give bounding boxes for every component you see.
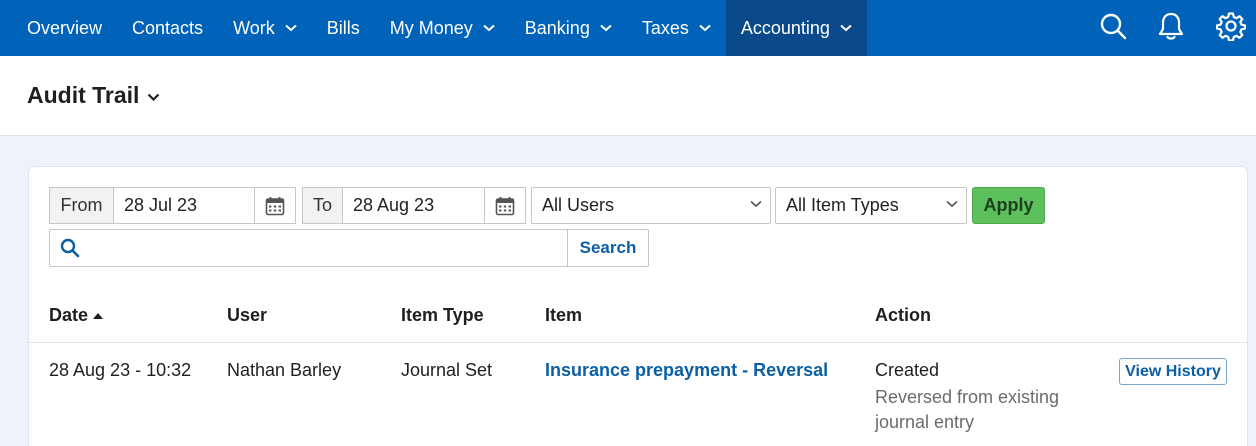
chevron-down-icon (285, 24, 297, 32)
nav-item-contacts[interactable]: Contacts (117, 0, 218, 56)
to-calendar-button[interactable] (484, 187, 526, 224)
nav-menu: Overview Contacts Work Bills My Money Ba… (0, 0, 867, 56)
row-item-type: Journal Set (401, 360, 493, 380)
nav-item-taxes[interactable]: Taxes (627, 0, 726, 56)
search-button[interactable]: Search (567, 229, 649, 267)
nav-item-label: Work (233, 17, 275, 38)
users-select[interactable]: All Users (531, 187, 771, 224)
chevron-down-icon (946, 200, 958, 208)
nav-item-label: My Money (389, 17, 473, 38)
item-types-select-value: All Item Types (786, 195, 899, 215)
column-header-date[interactable]: Date (49, 305, 104, 326)
item-types-select[interactable]: All Item Types (775, 187, 967, 224)
chevron-down-icon (750, 200, 762, 208)
audit-trail-card: From 28 Jul 23 To 28 Aug 23 All Users Al… (28, 166, 1248, 446)
view-history-label: View History (1125, 362, 1221, 380)
from-calendar-button[interactable] (254, 187, 296, 224)
gear-icon[interactable] (1216, 11, 1246, 41)
to-label: To (302, 187, 343, 224)
from-date-value: 28 Jul 23 (124, 195, 198, 215)
sort-ascending-icon (92, 312, 104, 320)
calendar-icon (265, 196, 285, 215)
nav-item-label: Accounting (740, 17, 830, 38)
nav-item-overview[interactable]: Overview (12, 0, 117, 56)
row-action-detail: Reversed from existing journal entry (875, 387, 1060, 432)
apply-button-label: Apply (983, 195, 1034, 215)
column-header-item-type: Item Type (401, 305, 484, 325)
column-header-user: User (227, 305, 268, 325)
page-header: Audit Trail (0, 56, 1256, 136)
bell-icon[interactable] (1156, 11, 1186, 41)
calendar-icon (495, 196, 515, 215)
chevron-down-icon (600, 24, 612, 32)
row-item-link[interactable]: Insurance prepayment - Reversal (545, 360, 828, 381)
from-date-input[interactable]: 28 Jul 23 (113, 187, 255, 224)
users-select-value: All Users (542, 195, 615, 215)
apply-button[interactable]: Apply (972, 187, 1045, 224)
page-title: Audit Trail (27, 82, 140, 108)
search-input[interactable] (49, 229, 568, 267)
chevron-down-icon (699, 24, 711, 32)
column-header-item: Item (545, 305, 583, 325)
row-user: Nathan Barley (227, 360, 342, 380)
column-header-action: Action (875, 305, 931, 325)
view-history-button[interactable]: View History (1119, 358, 1227, 385)
column-header-date-label: Date (49, 305, 89, 325)
chevron-down-icon (483, 24, 495, 32)
nav-item-label: Overview (27, 17, 103, 38)
nav-item-label: Taxes (641, 17, 689, 38)
search-icon[interactable] (1098, 11, 1128, 41)
nav-item-work[interactable]: Work (218, 0, 312, 56)
nav-item-my-money[interactable]: My Money (375, 0, 510, 56)
row-date: 28 Aug 23 - 10:32 (49, 360, 192, 380)
nav-item-label: Banking (524, 17, 590, 38)
to-date-value: 28 Aug 23 (353, 195, 435, 215)
nav-item-label: Contacts (132, 17, 204, 38)
nav-item-accounting[interactable]: Accounting (725, 0, 867, 56)
from-label-text: From (60, 195, 103, 215)
nav-item-banking[interactable]: Banking (510, 0, 627, 56)
search-button-label: Search (579, 238, 637, 257)
row-action: Created (875, 360, 940, 380)
top-nav: Overview Contacts Work Bills My Money Ba… (0, 0, 1256, 56)
chevron-down-icon (147, 93, 160, 102)
search-icon (60, 238, 80, 263)
page-title-dropdown[interactable]: Audit Trail (27, 82, 160, 109)
from-label: From (49, 187, 114, 224)
to-date-input[interactable]: 28 Aug 23 (342, 187, 485, 224)
nav-item-bills[interactable]: Bills (312, 0, 375, 56)
header-divider (29, 342, 1247, 343)
nav-item-label: Bills (326, 17, 360, 38)
chevron-down-icon (840, 24, 852, 32)
to-label-text: To (312, 195, 332, 215)
